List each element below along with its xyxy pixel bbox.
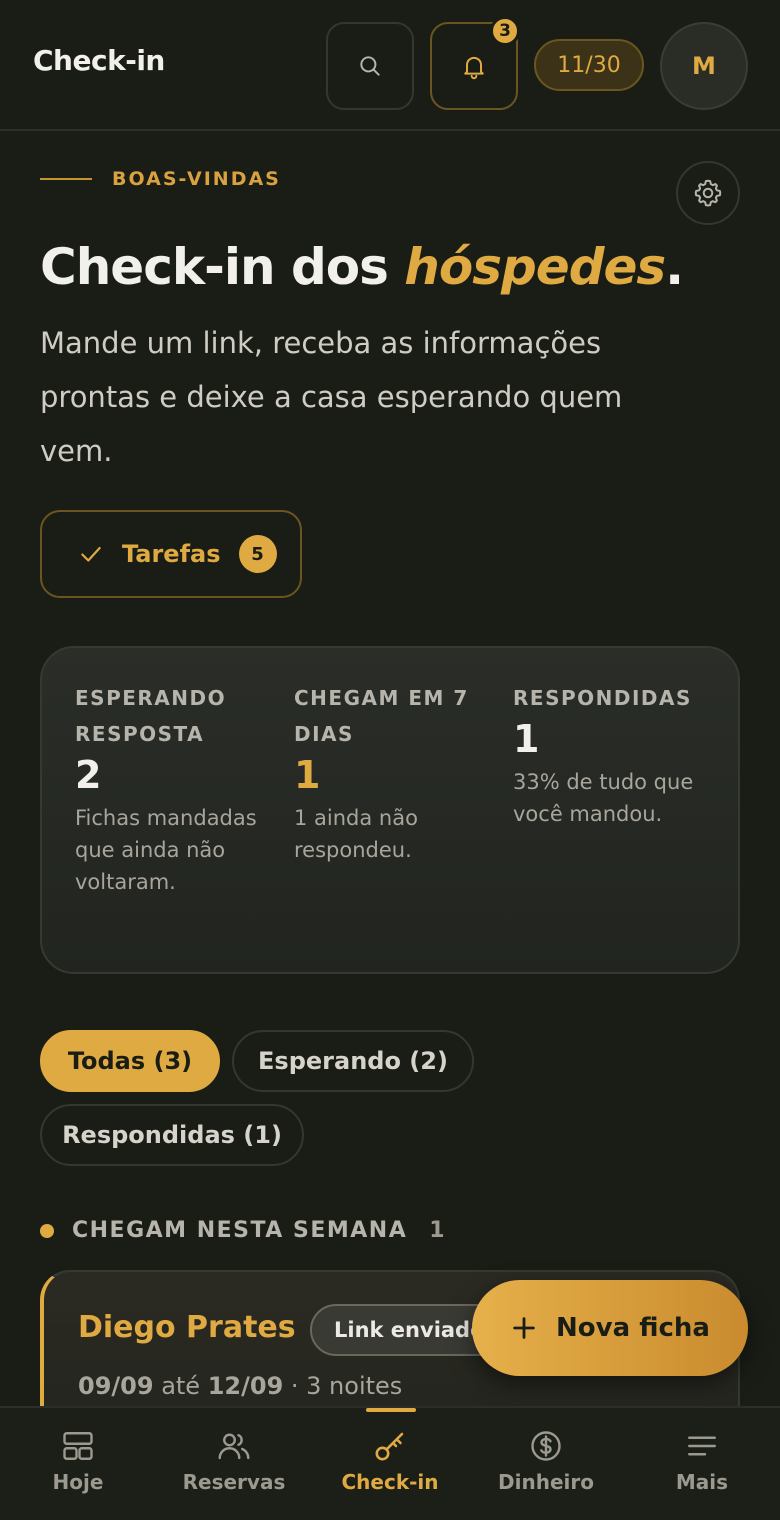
check-icon [78,541,104,567]
tasks-count-badge: 5 [238,535,277,573]
users-icon [216,1428,252,1464]
stat-answered: RESPONDIDAS 1 33% de tudo que você mando… [513,680,713,830]
guest-dates: 09/09 até 12/09 · 3 noites [78,1372,402,1400]
hero-title-end: . [665,238,684,296]
new-form-button[interactable]: Nova ficha [472,1280,748,1376]
section-dot [40,1223,54,1238]
nav-label: Mais [675,1470,729,1494]
tasks-button[interactable]: Tarefas 5 [40,510,302,598]
nav-item-mais[interactable]: Mais [624,1408,780,1520]
dollar-icon [528,1428,564,1464]
hero-title: Check-in dos hóspedes. [40,238,684,296]
top-bar: Check-in 3 11/30 M [0,0,780,131]
key-icon [372,1428,408,1464]
nav-label: Reservas [182,1470,286,1494]
eyebrow: BOAS-VINDAS [40,168,281,190]
filter-answered[interactable]: Respondidas (1) [40,1104,304,1166]
eyebrow-line [40,178,92,180]
stats-card: ESPERANDO RESPOSTA 2 Fichas mandadas que… [40,646,740,974]
date-to: 12/09 [207,1372,284,1400]
guest-name: Diego Prates [78,1310,296,1345]
stat-description: 33% de tudo que você mandou. [513,770,694,826]
nav-label: Dinheiro [498,1470,594,1494]
stat-description: 1 ainda não respondeu. [294,806,418,862]
settings-button[interactable] [676,161,740,225]
nav-item-hoje[interactable]: Hoje [0,1408,156,1520]
plus-icon [510,1314,538,1342]
notifications-button[interactable]: 3 [430,16,520,110]
eyebrow-text: BOAS-VINDAS [112,168,281,190]
dashboard-icon [60,1428,96,1464]
nav-item-checkin[interactable]: Check-in [312,1408,468,1520]
filter-waiting[interactable]: Esperando (2) [232,1030,474,1092]
gear-icon [692,177,724,209]
nav-label: Check-in [341,1470,439,1494]
stat-value: 1 [513,717,540,761]
avatar[interactable]: M [660,22,748,110]
stat-waiting: ESPERANDO RESPOSTA 2 Fichas mandadas que… [75,680,275,898]
stat-value: 1 [294,753,321,797]
stat-arriving: CHEGAM EM 7 DIAS 1 1 ainda não respondeu… [294,680,494,866]
search-icon [357,53,383,79]
stat-label: ESPERANDO RESPOSTA [75,686,227,746]
filter-all[interactable]: Todas (3) [40,1030,220,1092]
stat-description: Fichas mandadas que ainda não voltaram. [75,806,257,894]
stat-value: 2 [75,753,102,797]
new-form-label: Nova ficha [556,1313,710,1343]
nights: · 3 noites [283,1372,403,1400]
nav-item-reservas[interactable]: Reservas [156,1408,312,1520]
stat-label: RESPONDIDAS [513,686,692,710]
menu-icon [684,1428,720,1464]
bell-icon [460,52,488,80]
active-indicator [366,1408,416,1412]
tasks-label: Tarefas [122,540,221,568]
usage-counter[interactable]: 11/30 [534,39,644,91]
section-title: CHEGAM NESTA SEMANA [72,1218,408,1243]
hero-title-highlight: hóspedes [404,238,666,296]
page-title: Check-in [33,44,165,77]
nav-item-dinheiro[interactable]: Dinheiro [468,1408,624,1520]
bottom-nav: Hoje Reservas Check-in Dinheiro Mais [0,1406,780,1520]
section-count: 1 [429,1218,445,1243]
date-from: 09/09 [78,1372,154,1400]
hero-subtitle: Mande um link, receba as informações pro… [40,326,623,468]
date-separator: até [153,1372,208,1400]
notification-count-badge: 3 [490,16,520,46]
hero-title-start: Check-in dos [40,238,405,296]
section-header: CHEGAM NESTA SEMANA 1 [40,1218,445,1243]
nav-label: Hoje [52,1470,104,1494]
stat-label: CHEGAM EM 7 DIAS [294,686,469,746]
search-button[interactable] [326,22,414,110]
